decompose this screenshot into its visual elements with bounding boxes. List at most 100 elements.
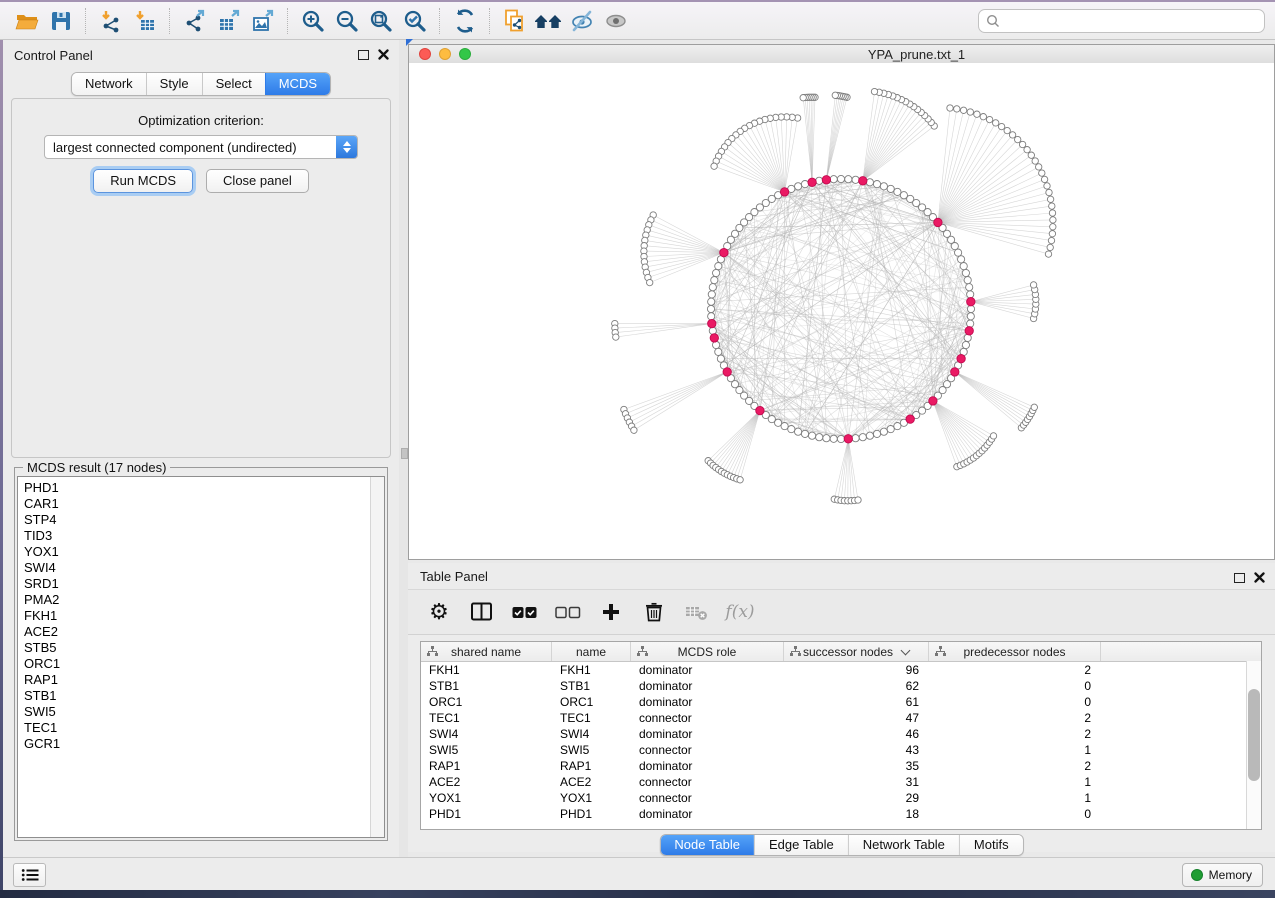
tab-network-table[interactable]: Network Table (848, 835, 959, 855)
list-item[interactable]: SRD1 (18, 576, 370, 592)
cell-name: RAP1 (552, 758, 631, 774)
cell-name: YOX1 (552, 790, 631, 806)
table-row[interactable]: ORC1ORC1dominator610 (421, 694, 1261, 710)
list-item[interactable]: TEC1 (18, 720, 370, 736)
list-item[interactable]: FKH1 (18, 608, 370, 624)
table-row[interactable]: TEC1TEC1connector472 (421, 710, 1261, 726)
column-header-name[interactable]: name (552, 642, 631, 661)
table-row[interactable]: YOX1YOX1connector291 (421, 790, 1261, 806)
float-panel-icon[interactable] (358, 50, 369, 60)
tab-network[interactable]: Network (72, 73, 146, 95)
mcds-list-scrollbar[interactable] (370, 477, 384, 837)
search-input[interactable] (1005, 13, 1257, 29)
column-header-shared-name[interactable]: shared name (421, 642, 552, 661)
open-file-icon[interactable] (10, 6, 44, 36)
memory-button[interactable]: Memory (1182, 863, 1263, 887)
search-box[interactable] (978, 9, 1265, 33)
list-item[interactable]: PHD1 (18, 480, 370, 496)
refresh-layout-icon[interactable] (448, 6, 482, 36)
list-item[interactable]: RAP1 (18, 672, 370, 688)
cell-predecessor-nodes: 1 (929, 774, 1101, 790)
export-image-icon[interactable] (246, 6, 280, 36)
cell-MCDS-role: dominator (631, 662, 784, 678)
cell-shared-name: PHD1 (421, 806, 552, 822)
list-item[interactable]: SWI4 (18, 560, 370, 576)
zoom-selected-icon[interactable] (398, 6, 432, 36)
cell-predecessor-nodes: 2 (929, 710, 1101, 726)
duplicate-network-icon[interactable] (498, 6, 532, 36)
divider-handle[interactable] (401, 448, 408, 459)
list-item[interactable]: PMA2 (18, 592, 370, 608)
window-close-button[interactable] (419, 48, 431, 60)
import-network-icon[interactable] (94, 6, 128, 36)
show-columns-icon[interactable] (469, 597, 495, 627)
list-item[interactable]: YOX1 (18, 544, 370, 560)
table-row[interactable]: ACE2ACE2connector311 (421, 774, 1261, 790)
zoom-fit-icon[interactable] (364, 6, 398, 36)
zoom-in-icon[interactable] (296, 6, 330, 36)
control-tabs: NetworkStyleSelectMCDS (71, 72, 331, 96)
table-row[interactable]: SWI5SWI5connector431 (421, 742, 1261, 758)
tab-edge-table[interactable]: Edge Table (754, 835, 848, 855)
list-item[interactable]: ORC1 (18, 656, 370, 672)
network-canvas[interactable] (409, 63, 1274, 559)
list-item[interactable]: STB5 (18, 640, 370, 656)
close-panel-icon[interactable] (378, 49, 389, 60)
column-header-MCDS-role[interactable]: MCDS role (631, 642, 784, 661)
mcds-result-list[interactable]: PHD1CAR1STP4TID3YOX1SWI4SRD1PMA2FKH1ACE2… (17, 476, 385, 838)
show-all-icon[interactable] (600, 6, 634, 36)
deselect-all-icon[interactable] (555, 597, 581, 627)
list-item[interactable]: TID3 (18, 528, 370, 544)
add-column-icon[interactable] (598, 597, 624, 627)
optimization-criterion-label: Optimization criterion: (12, 113, 390, 128)
select-all-icon[interactable] (512, 597, 538, 627)
list-item[interactable]: ACE2 (18, 624, 370, 640)
network-window-titlebar[interactable]: YPA_prune.txt_1 (409, 45, 1274, 64)
close-panel-button[interactable]: Close panel (206, 169, 309, 193)
cell-MCDS-role: connector (631, 710, 784, 726)
clear-table-icon[interactable] (684, 597, 710, 627)
cell-name: FKH1 (552, 662, 631, 678)
list-item[interactable]: CAR1 (18, 496, 370, 512)
dev-panel-button[interactable] (13, 863, 46, 887)
list-item[interactable]: STP4 (18, 512, 370, 528)
table-row[interactable]: SWI4SWI4dominator462 (421, 726, 1261, 742)
hide-selected-icon[interactable] (566, 6, 600, 36)
export-table-icon[interactable] (212, 6, 246, 36)
delete-columns-icon[interactable] (641, 597, 667, 627)
list-item[interactable]: SWI5 (18, 704, 370, 720)
table-row[interactable]: RAP1RAP1dominator352 (421, 758, 1261, 774)
window-minimize-button[interactable] (439, 48, 451, 60)
table-row[interactable]: FKH1FKH1dominator962 (421, 662, 1261, 678)
control-panel: Control Panel NetworkStyleSelectMCDS Opt… (3, 40, 399, 857)
zoom-out-icon[interactable] (330, 6, 364, 36)
export-network-icon[interactable] (178, 6, 212, 36)
table-scrollbar-thumb[interactable] (1248, 689, 1260, 781)
table-body: FKH1FKH1dominator962STB1STB1dominator620… (421, 662, 1261, 822)
cell-successor-nodes: 18 (784, 806, 929, 822)
first-neighbors-icon[interactable] (532, 6, 566, 36)
close-panel-icon[interactable] (1254, 572, 1265, 583)
tab-select[interactable]: Select (202, 73, 265, 95)
tab-style[interactable]: Style (146, 73, 202, 95)
table-scrollbar[interactable] (1246, 661, 1261, 829)
list-item[interactable]: GCR1 (18, 736, 370, 752)
run-mcds-button[interactable]: Run MCDS (93, 169, 193, 193)
table-row[interactable]: STB1STB1dominator620 (421, 678, 1261, 694)
list-item[interactable]: STB1 (18, 688, 370, 704)
save-session-icon[interactable] (44, 6, 78, 36)
function-builder-icon[interactable]: f(x) (727, 597, 753, 627)
optimization-criterion-select[interactable]: largest connected component (undirected) (44, 135, 358, 159)
tab-node-table[interactable]: Node Table (660, 835, 754, 855)
float-panel-icon[interactable] (1234, 573, 1245, 583)
window-zoom-button[interactable] (459, 48, 471, 60)
cell-predecessor-nodes: 1 (929, 790, 1101, 806)
table-row[interactable]: PHD1PHD1dominator180 (421, 806, 1261, 822)
column-header-successor-nodes[interactable]: successor nodes (784, 642, 929, 661)
tab-motifs[interactable]: Motifs (959, 835, 1023, 855)
column-header-predecessor-nodes[interactable]: predecessor nodes (929, 642, 1101, 661)
table-options-icon[interactable]: ⚙ (426, 597, 452, 627)
import-table-icon[interactable] (128, 6, 162, 36)
node-table[interactable]: shared namenameMCDS rolesuccessor nodesp… (420, 641, 1262, 830)
tab-mcds[interactable]: MCDS (265, 73, 330, 95)
